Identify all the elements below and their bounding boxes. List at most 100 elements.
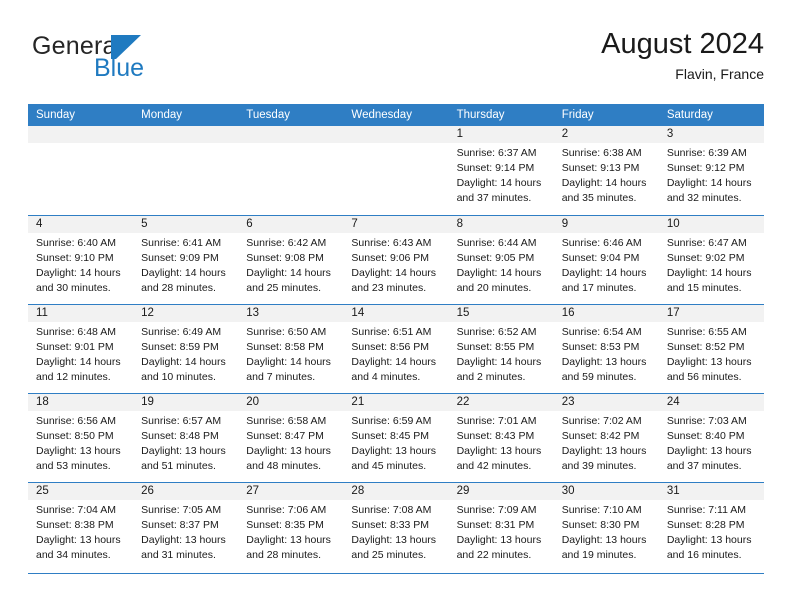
daylight-text-line1: Daylight: 14 hours	[246, 266, 331, 279]
daylight-text-line2: and 28 minutes.	[246, 548, 321, 561]
day-number: 24	[666, 395, 680, 408]
day-details: Sunrise: 7:01 AM Sunset: 8:43 PM Daylight:…	[449, 411, 554, 474]
sunset-text: Sunset: 8:35 PM	[246, 518, 324, 531]
daylight-text-line2: and 25 minutes.	[351, 548, 427, 561]
daylight-text-line2: and 39 minutes.	[561, 459, 637, 472]
day-number-band: 7	[343, 216, 449, 233]
calendar-day-cell[interactable]: 25 Sunrise: 7:04 AM Sunset: 8:38 PM Dayligh…	[28, 483, 134, 571]
day-number-band: 15	[448, 305, 554, 322]
day-details: Sunrise: 6:39 AM Sunset: 9:12 PM Daylight:…	[659, 143, 764, 206]
sunset-text: Sunset: 8:31 PM	[456, 518, 535, 531]
sunrise-text: Sunrise: 6:54 AM	[561, 326, 642, 338]
daylight-text-line1: Daylight: 14 hours	[456, 176, 542, 189]
sunrise-text: Sunrise: 6:39 AM	[666, 147, 747, 159]
calendar-day-cell[interactable]: 4 Sunrise: 6:40 AM Sunset: 9:10 PM Daylight…	[28, 216, 134, 304]
calendar-day-cell[interactable]: 3 Sunrise: 6:39 AM Sunset: 9:12 PM Daylight…	[658, 126, 764, 215]
day-number-band: 30	[553, 483, 659, 500]
calendar-day-cell[interactable]: 6 Sunrise: 6:42 AM Sunset: 9:08 PM Daylight…	[238, 216, 344, 304]
calendar-day-cell[interactable]: 28 Sunrise: 7:08 AM Sunset: 8:33 PM Dayligh…	[343, 483, 449, 571]
sunset-text: Sunset: 8:55 PM	[456, 340, 535, 353]
calendar-day-cell[interactable]: 8 Sunrise: 6:44 AM Sunset: 9:05 PM Daylight…	[448, 216, 554, 304]
calendar-day-cell[interactable]: 1 Sunrise: 6:37 AM Sunset: 9:14 PM Daylight…	[448, 126, 554, 215]
day-number: 22	[456, 395, 470, 408]
day-number: 7	[351, 217, 358, 230]
day-number-band: 2	[553, 126, 659, 143]
calendar-week-row: 4 Sunrise: 6:40 AM Sunset: 9:10 PM Daylight…	[28, 215, 764, 304]
daylight-text-line1: Daylight: 14 hours	[666, 266, 752, 279]
calendar-grid: Sunday Monday Tuesday Wednesday Thursday…	[28, 104, 764, 571]
sunrise-text: Sunrise: 7:02 AM	[561, 415, 642, 427]
calendar-day-cell[interactable]: 29 Sunrise: 7:09 AM Sunset: 8:31 PM Dayligh…	[448, 483, 554, 571]
day-details: Sunrise: 6:42 AM Sunset: 9:08 PM Daylight:…	[238, 233, 343, 296]
day-number: 1	[456, 127, 463, 140]
daylight-text-line1: Daylight: 13 hours	[561, 533, 647, 546]
day-number-band: 14	[343, 305, 449, 322]
sunrise-text: Sunrise: 7:01 AM	[456, 415, 537, 427]
calendar-day-cell[interactable]: 10 Sunrise: 6:47 AM Sunset: 9:02 PM Dayligh…	[658, 216, 764, 304]
calendar-day-cell[interactable]: 20 Sunrise: 6:58 AM Sunset: 8:47 PM Dayligh…	[238, 394, 344, 482]
day-number: 13	[246, 306, 260, 319]
sunset-text: Sunset: 8:53 PM	[561, 340, 640, 353]
sunrise-text: Sunrise: 6:46 AM	[561, 237, 642, 249]
calendar-day-cell[interactable]: 14 Sunrise: 6:51 AM Sunset: 8:56 PM Dayligh…	[343, 305, 449, 393]
calendar-day-cell[interactable]: 18 Sunrise: 6:56 AM Sunset: 8:50 PM Dayligh…	[28, 394, 134, 482]
daylight-text-line2: and 32 minutes.	[666, 191, 742, 204]
day-number-band	[343, 126, 449, 143]
daylight-text-line2: and 20 minutes.	[456, 281, 532, 294]
calendar-week-row: 1 Sunrise: 6:37 AM Sunset: 9:14 PM Daylight…	[28, 126, 764, 215]
sunrise-text: Sunrise: 6:40 AM	[36, 237, 116, 249]
day-number-band: 27	[238, 483, 344, 500]
calendar-day-cell[interactable]: 27 Sunrise: 7:06 AM Sunset: 8:35 PM Dayligh…	[238, 483, 344, 571]
calendar-day-cell[interactable]: 16 Sunrise: 6:54 AM Sunset: 8:53 PM Dayligh…	[553, 305, 659, 393]
daylight-text-line1: Daylight: 13 hours	[351, 444, 437, 457]
calendar-day-cell-empty	[343, 126, 449, 215]
calendar-day-cell[interactable]: 22 Sunrise: 7:01 AM Sunset: 8:43 PM Dayligh…	[448, 394, 554, 482]
day-number-band	[238, 126, 344, 143]
daylight-text-line2: and 59 minutes.	[561, 370, 637, 383]
day-number: 10	[666, 217, 680, 230]
calendar-day-cell[interactable]: 7 Sunrise: 6:43 AM Sunset: 9:06 PM Daylight…	[343, 216, 449, 304]
day-number-band: 25	[28, 483, 134, 500]
daylight-text-line2: and 19 minutes.	[561, 548, 637, 561]
day-number-band: 12	[133, 305, 239, 322]
daylight-text-line1: Daylight: 13 hours	[666, 355, 752, 368]
sunset-text: Sunset: 9:02 PM	[666, 251, 745, 264]
sunset-text: Sunset: 8:58 PM	[246, 340, 324, 353]
calendar-day-cell[interactable]: 30 Sunrise: 7:10 AM Sunset: 8:30 PM Dayligh…	[553, 483, 659, 571]
day-number-band: 11	[28, 305, 134, 322]
calendar-day-cell[interactable]: 31 Sunrise: 7:11 AM Sunset: 8:28 PM Dayligh…	[658, 483, 764, 571]
daylight-text-line2: and 7 minutes.	[246, 370, 316, 383]
weekday-header-tuesday: Tuesday	[246, 109, 290, 121]
sunrise-text: Sunrise: 7:04 AM	[36, 504, 116, 516]
calendar-day-cell[interactable]: 2 Sunrise: 6:38 AM Sunset: 9:13 PM Daylight…	[553, 126, 659, 215]
weekday-header-sunday: Sunday	[36, 109, 76, 121]
day-number-band: 31	[658, 483, 764, 500]
calendar-day-cell[interactable]: 9 Sunrise: 6:46 AM Sunset: 9:04 PM Daylight…	[553, 216, 659, 304]
calendar-day-cell[interactable]: 15 Sunrise: 6:52 AM Sunset: 8:55 PM Dayligh…	[448, 305, 554, 393]
day-details: Sunrise: 6:43 AM Sunset: 9:06 PM Daylight:…	[343, 233, 448, 296]
calendar-day-cell[interactable]: 19 Sunrise: 6:57 AM Sunset: 8:48 PM Dayligh…	[133, 394, 239, 482]
daylight-text-line2: and 30 minutes.	[36, 281, 111, 294]
sunrise-text: Sunrise: 7:10 AM	[561, 504, 642, 516]
day-number-band: 10	[658, 216, 764, 233]
calendar-day-cell[interactable]: 11 Sunrise: 6:48 AM Sunset: 9:01 PM Dayligh…	[28, 305, 134, 393]
calendar-day-cell[interactable]: 13 Sunrise: 6:50 AM Sunset: 8:58 PM Dayligh…	[238, 305, 344, 393]
daylight-text-line2: and 25 minutes.	[246, 281, 321, 294]
sunset-text: Sunset: 8:45 PM	[351, 429, 430, 442]
calendar-day-cell[interactable]: 12 Sunrise: 6:49 AM Sunset: 8:59 PM Dayligh…	[133, 305, 239, 393]
brand-logo[interactable]: General Blue	[32, 34, 252, 90]
calendar-day-cell[interactable]: 17 Sunrise: 6:55 AM Sunset: 8:52 PM Dayligh…	[658, 305, 764, 393]
day-details: Sunrise: 7:08 AM Sunset: 8:33 PM Daylight:…	[343, 500, 448, 563]
calendar-day-cell[interactable]: 5 Sunrise: 6:41 AM Sunset: 9:09 PM Daylight…	[133, 216, 239, 304]
calendar-day-cell[interactable]: 24 Sunrise: 7:03 AM Sunset: 8:40 PM Dayligh…	[658, 394, 764, 482]
calendar-day-cell-empty	[133, 126, 239, 215]
sunset-text: Sunset: 8:38 PM	[36, 518, 114, 531]
calendar-week-row: 25 Sunrise: 7:04 AM Sunset: 8:38 PM Dayligh…	[28, 482, 764, 571]
sunrise-text: Sunrise: 6:43 AM	[351, 237, 432, 249]
calendar-day-cell[interactable]: 26 Sunrise: 7:05 AM Sunset: 8:37 PM Dayligh…	[133, 483, 239, 571]
title-block: August 2024 Flavin, France	[601, 28, 764, 83]
daylight-text-line1: Daylight: 13 hours	[561, 355, 647, 368]
sunset-text: Sunset: 8:52 PM	[666, 340, 745, 353]
calendar-day-cell[interactable]: 23 Sunrise: 7:02 AM Sunset: 8:42 PM Dayligh…	[553, 394, 659, 482]
calendar-day-cell[interactable]: 21 Sunrise: 6:59 AM Sunset: 8:45 PM Dayligh…	[343, 394, 449, 482]
